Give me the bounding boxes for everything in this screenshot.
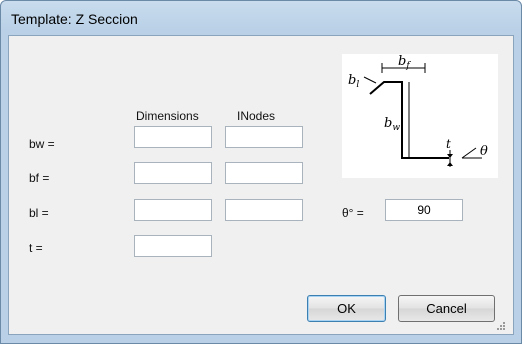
window-title: Template: Z Seccion: [11, 11, 138, 27]
inodes-header: INodes: [237, 109, 276, 123]
bf-diagram-label: bf: [398, 54, 411, 71]
t-label: t =: [29, 241, 43, 255]
bw-label: bw =: [29, 137, 55, 151]
cancel-button[interactable]: Cancel: [398, 295, 495, 322]
t-dimension-input[interactable]: [134, 235, 212, 257]
bl-label: bl =: [29, 206, 49, 220]
bf-label: bf =: [29, 171, 50, 185]
dialog-window: Template: Z Seccion Dimensions INodes bw…: [0, 0, 522, 344]
ok-button[interactable]: OK: [307, 295, 386, 322]
t-diagram-label: t: [446, 137, 451, 151]
bw-inode-input[interactable]: [225, 126, 303, 148]
resize-grip-icon[interactable]: [495, 320, 505, 330]
dimensions-header: Dimensions: [136, 109, 199, 123]
bl-dimension-input[interactable]: [134, 199, 212, 221]
angle-input[interactable]: [385, 199, 463, 221]
bw-diagram-label: bw: [384, 116, 400, 133]
bf-inode-input[interactable]: [225, 162, 303, 184]
bl-inode-input[interactable]: [225, 199, 303, 221]
bw-dimension-input[interactable]: [134, 126, 212, 148]
z-section-drawing: bf bl bw t θ: [348, 54, 488, 167]
angle-label: θ° =: [342, 206, 364, 220]
dialog-body: Dimensions INodes bw = bf = bl = t = θ° …: [8, 35, 514, 335]
bf-dimension-input[interactable]: [134, 162, 212, 184]
title-bar[interactable]: Template: Z Seccion: [1, 1, 521, 35]
theta-diagram-label: θ: [480, 144, 488, 159]
z-section-diagram: bf bl bw t θ: [342, 54, 498, 178]
bl-diagram-label: bl: [348, 73, 359, 90]
